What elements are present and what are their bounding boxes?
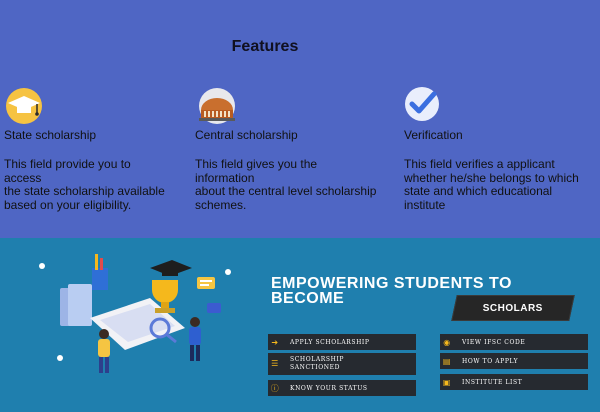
feature-title: State scholarship [4, 128, 97, 142]
button-label: APPLY SCHOLARSHIP [290, 338, 370, 346]
feature-title: Verification [404, 128, 463, 142]
graduation-cap-icon [4, 86, 48, 126]
eye-icon: ◉ [443, 337, 451, 347]
feature-description: This field provide you to access the sta… [4, 157, 204, 212]
button-label: VIEW IFSC CODE [462, 338, 526, 346]
how-to-apply-button[interactable]: ▤ HOW TO APPLY [440, 353, 588, 369]
feature-desc-line: state and which educational [404, 184, 553, 198]
feature-desc-line: information [195, 170, 255, 185]
feature-desc-line: schemes. [195, 197, 247, 212]
list-icon: ☰ [271, 359, 279, 368]
feature-desc-line: This field gives you the [195, 157, 318, 171]
document-icon: ▣ [442, 377, 452, 387]
feature-desc-line: the state scholarship available [4, 184, 165, 198]
scholars-highlight-badge: SCHOLARS [451, 295, 575, 321]
feature-desc-line: whether he/she belongs to which [404, 170, 579, 185]
features-section: Features State scholarship This field pr… [0, 0, 600, 238]
feature-desc-line: about the central level scholarship [195, 184, 377, 198]
button-label: INSTITUTE LIST [462, 378, 523, 386]
button-label: HOW TO APPLY [462, 357, 519, 365]
feature-description: This field gives you the information abo… [195, 157, 395, 212]
students-illustration [39, 254, 231, 373]
form-icon: ▤ [442, 356, 452, 366]
feature-desc-line: This field verifies a applicant [404, 157, 555, 171]
apply-scholarship-button[interactable]: ➔ APPLY SCHOLARSHIP [268, 334, 416, 350]
view-ifsc-code-button[interactable]: ◉ VIEW IFSC CODE [440, 334, 588, 350]
feature-title: Central scholarship [195, 128, 298, 142]
button-label: SCHOLARSHIP SANCTIONED [290, 356, 344, 372]
button-label-line: SCHOLARSHIP [290, 356, 345, 363]
institute-list-button[interactable]: ▣ INSTITUTE LIST [440, 374, 588, 390]
info-icon: ⓘ [270, 383, 280, 393]
feature-description: This field verifies a applicant whether … [404, 157, 600, 212]
arrow-icon: ➔ [271, 337, 279, 347]
feature-state-scholarship: State scholarship This field provide you… [4, 86, 204, 212]
feature-verification: Verification This field verifies a appli… [404, 86, 600, 212]
feature-desc-line: access [4, 170, 42, 185]
feature-desc-line: based on your eligibility. [4, 197, 132, 212]
checkmark-badge-icon [404, 86, 448, 126]
feature-central-scholarship: Central scholarship This field gives you… [195, 86, 395, 212]
know-your-status-button[interactable]: ⓘ KNOW YOUR STATUS [268, 380, 416, 396]
scholars-highlight-label: SCHOLARS [482, 303, 543, 314]
banner-heading-line: EMPOWERING STUDENTS TO [271, 275, 512, 292]
parliament-building-icon [195, 86, 239, 126]
button-label: KNOW YOUR STATUS [290, 384, 368, 392]
scholarship-sanctioned-button[interactable]: ☰ SCHOLARSHIP SANCTIONED [268, 353, 416, 375]
features-heading: Features [231, 38, 299, 55]
feature-desc-line: This field provide you to [4, 157, 131, 171]
button-label-line: SANCTIONED [290, 364, 341, 371]
feature-desc-line: institute [404, 197, 446, 212]
